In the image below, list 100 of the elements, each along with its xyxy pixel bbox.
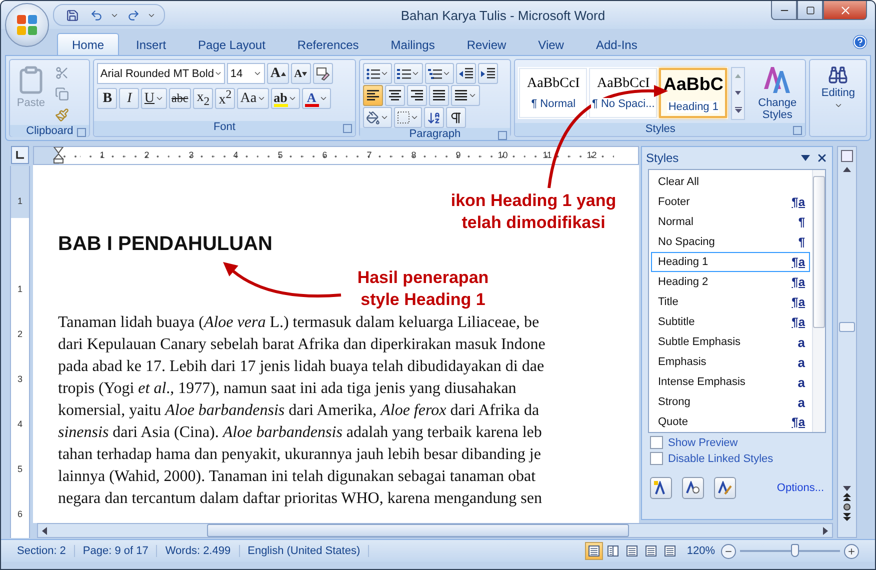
right-arrow-icon[interactable] [823,526,828,534]
style-list-item[interactable]: Subtle Emphasis a [651,332,810,352]
borders-button[interactable] [394,107,422,128]
list-scrollbar[interactable] [812,170,825,432]
font-size-field[interactable]: 14 [227,63,266,84]
minimize-button[interactable] [771,1,797,20]
format-button[interactable]: abc [168,88,192,109]
style-list-item[interactable]: Strong a [651,392,810,412]
style-inspector-button[interactable] [682,477,704,499]
style-gallery-item[interactable]: AaBbCcI ¶ No Spaci... [589,68,658,118]
caret-icon [410,69,420,78]
format-button[interactable]: Aa [237,88,269,109]
scroll-thumb[interactable] [813,176,825,328]
line-spacing-button[interactable] [450,85,480,106]
horizontal-scrollbar[interactable] [37,523,833,538]
zoom-level[interactable]: 120% [686,545,715,557]
ribbon-tab[interactable]: Page Layout [183,33,280,55]
ribbon-tab[interactable]: Insert [121,33,182,55]
align-button[interactable] [428,85,449,106]
style-type-mark: ¶ [798,235,805,249]
tab-selector-button[interactable] [11,146,29,164]
style-list-item[interactable]: Normal ¶ [651,212,810,232]
zoom-out-button[interactable] [721,544,736,558]
view-ruler-button[interactable] [838,147,856,165]
style-list-item[interactable]: Intense Emphasis a [651,372,810,392]
format-button[interactable]: I [119,88,140,109]
zoom-in-button[interactable] [844,544,859,558]
change-styles-button[interactable]: Change Styles [748,63,806,123]
style-list-item[interactable]: Heading 1 ¶a [651,252,810,272]
ribbon-tab[interactable]: Add-Ins [580,33,652,55]
help-icon[interactable] [853,35,867,49]
sort-button[interactable] [424,107,444,128]
left-arrow-icon[interactable] [42,526,47,534]
format-button[interactable]: B [97,88,118,109]
new-style-button[interactable] [650,477,672,499]
multilevel-list-button[interactable] [424,63,454,84]
caret-icon [288,94,297,103]
dropdown-triangle-icon[interactable] [801,155,810,161]
ribbon-tab[interactable]: Review [452,33,522,55]
clear-formatting-button[interactable] [312,63,333,84]
style-gallery-item[interactable]: AaBbC Heading 1 [659,68,728,118]
view-button[interactable] [584,542,603,560]
increase-indent-button[interactable] [478,63,498,84]
style-list-item[interactable]: Title ¶a [651,292,810,312]
indent-marker-icon[interactable] [53,147,64,164]
ribbon-tab[interactable]: View [523,33,579,55]
style-type-mark: ¶a [792,295,805,309]
close-icon[interactable] [816,152,828,164]
ribbon-tab[interactable]: Mailings [376,33,450,55]
format-button[interactable]: x$_{2}$ [193,88,214,109]
shading-button[interactable] [362,107,392,128]
align-button[interactable] [362,85,383,106]
down-arrow-icon[interactable] [843,486,851,491]
up-arrow-icon[interactable] [843,167,851,172]
previous-page-icon[interactable] [843,493,851,501]
vertical-scrollbar[interactable] [837,146,857,538]
document-heading: BAB I PENDAHULUAN [58,233,274,256]
manage-styles-button[interactable] [714,477,736,499]
style-list-item[interactable]: No Spacing ¶ [651,232,810,252]
maximize-button[interactable] [797,1,823,20]
browse-object-icon[interactable] [843,503,851,511]
style-list-item[interactable]: Quote ¶a [651,412,810,432]
align-button[interactable] [406,85,427,106]
font-color-button[interactable]: A [302,88,331,109]
highlight-button[interactable]: ab [270,88,300,109]
format-button[interactable]: U [141,88,167,109]
ribbon-tab[interactable]: Home [57,33,120,55]
paragraph-line: komersial, yaitu Aloe barbandensis dari Amerika, Aloe ferox dari Afrika da [58,401,540,421]
show-formatting-button[interactable] [446,107,466,128]
language-indicator: English (United States) [240,545,370,557]
line-spacing-icon [454,90,468,102]
decrease-indent-button[interactable] [456,63,476,84]
scissors-icon [55,66,69,80]
scroll-thumb[interactable] [207,524,629,537]
zoom-thumb[interactable] [791,544,799,557]
options-link[interactable]: Options... [776,482,824,494]
style-type-mark: ¶ [798,215,805,229]
style-list-item[interactable]: Clear All [651,172,810,192]
style-list-item[interactable]: Footer ¶a [651,192,810,212]
style-list-item[interactable]: Emphasis a [651,352,810,372]
bullets-button[interactable] [362,63,392,84]
binoculars-icon [828,65,848,85]
format-button[interactable]: x$^{2}$ [215,88,236,109]
style-gallery-item[interactable]: AaBbCcI ¶ Normal [519,68,588,118]
align-button[interactable] [384,85,405,106]
style-list-item[interactable]: Heading 2 ¶a [651,272,810,292]
next-page-icon[interactable] [843,513,851,521]
option-checkbox[interactable]: Show Preview [650,436,824,449]
shrink-font-button[interactable]: A [290,63,311,84]
ribbon-tab[interactable]: References [282,33,374,55]
style-inspector-icon [686,481,700,495]
option-checkbox[interactable]: Disable Linked Styles [650,452,824,465]
font-name-field[interactable]: Arial Rounded MT Bold [97,63,226,84]
scroll-thumb[interactable] [839,322,855,332]
office-button[interactable] [5,3,49,47]
numbering-button[interactable] [394,63,423,84]
editing-button[interactable]: Editing [818,63,858,121]
grow-font-button[interactable]: A [267,63,289,84]
close-button[interactable] [823,1,867,20]
style-list-item[interactable]: Subtitle ¶a [651,312,810,332]
